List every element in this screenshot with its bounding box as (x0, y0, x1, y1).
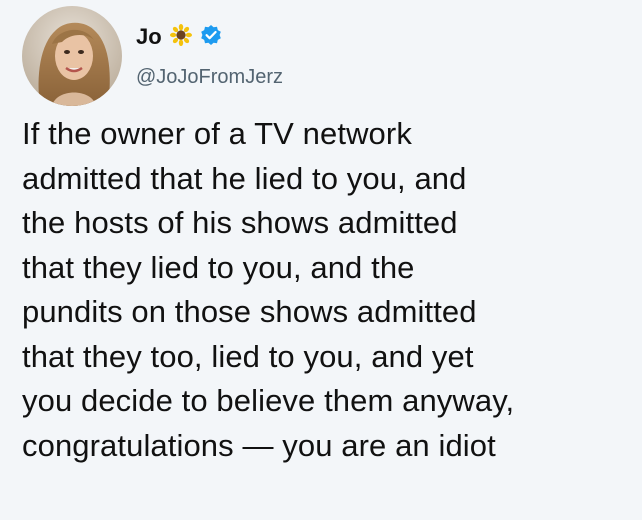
user-handle[interactable]: @JoJoFromJerz (136, 66, 283, 89)
tweet-text-line: congratulations — you are an idiot (22, 427, 496, 463)
tweet-text-line: the hosts of his shows admitted (22, 205, 458, 240)
avatar-image (22, 6, 122, 106)
author-block: Jo @JoJoFromJerz (136, 22, 283, 89)
tweet-text-line: pundits on those shows admitted (22, 294, 477, 329)
tweet-text-line: you decide to believe them anyway, (22, 383, 515, 418)
name-row: Jo (136, 22, 283, 52)
tweet-text: If the owner of a TV network admitted th… (22, 112, 632, 468)
avatar[interactable] (22, 6, 122, 106)
tweet-text-line: that they too, lied to you, and yet (22, 338, 474, 374)
tweet-text-line: that they lied to you, and the (22, 249, 415, 285)
tweet-card: Jo @JoJoFromJerz If the owner of a TV ne… (0, 0, 642, 520)
tweet-text-line: admitted that he lied to you, and (22, 160, 467, 196)
sunflower-icon (169, 23, 192, 51)
tweet-text-line: If the owner of a TV network (22, 116, 412, 151)
verified-badge-icon (200, 24, 222, 51)
display-name[interactable]: Jo (136, 24, 162, 50)
